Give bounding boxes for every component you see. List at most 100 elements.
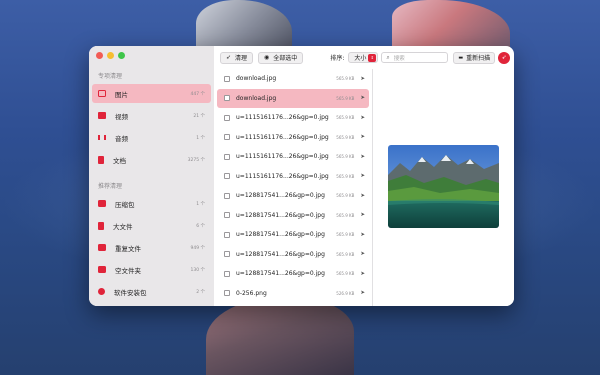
sidebar-item-label: 视频 [115, 112, 128, 121]
sidebar-item-documents[interactable]: 文档 3275 个 [92, 150, 211, 169]
locate-arrow-icon[interactable]: ➤ [360, 95, 365, 101]
file-checkbox[interactable] [224, 75, 230, 82]
file-name: download.jpg [236, 75, 277, 83]
locate-arrow-icon[interactable]: ➤ [360, 251, 365, 257]
locate-arrow-icon[interactable]: ➤ [360, 115, 365, 121]
file-checkbox[interactable] [224, 153, 230, 160]
sidebar-item-images[interactable]: 图片 447 个 [92, 84, 211, 103]
document-icon [98, 155, 104, 164]
sidebar-item-count: 949 个 [190, 245, 205, 251]
duplicate-file-icon [98, 244, 106, 251]
file-name: u=1115161176...26&gp=0.jpg [236, 133, 329, 141]
sidebar-item-label: 图片 [115, 90, 128, 99]
sidebar-item-large-files[interactable]: 大文件 6 个 [92, 216, 211, 235]
file-checkbox[interactable] [224, 251, 230, 258]
file-checkbox[interactable] [224, 212, 230, 219]
window-controls [96, 52, 125, 59]
search-icon: ⌕ [386, 53, 390, 61]
rescan-button-label: 重新扫描 [466, 55, 491, 62]
sidebar-item-archives[interactable]: 压缩包 1 个 [92, 194, 211, 213]
file-checkbox[interactable] [224, 95, 230, 102]
zoom-window-button[interactable] [118, 52, 125, 59]
sidebar-item-videos[interactable]: 视频 21 个 [92, 106, 211, 125]
sidebar-item-label: 文档 [113, 156, 126, 165]
file-size: 565.9 KB [336, 173, 355, 179]
list-item[interactable]: download.jpg 565.9 KB ➤ [217, 69, 369, 89]
search-placeholder: 搜索 [393, 55, 405, 62]
section-title-recommended-clean: 推荐清理 [98, 183, 123, 190]
file-size: 565.9 KB [336, 212, 355, 218]
app-window: 专项清理 图片 447 个 视频 21 个 音频 1 个 文档 3275 个 推… [89, 46, 514, 306]
file-name: u=1115161176...26&gp=0.jpg [236, 114, 329, 122]
file-size: 565.9 KB [336, 95, 355, 101]
list-item[interactable]: u=1115161176...26&gp=0.jpg 565.9 KB ➤ [217, 167, 369, 187]
list-item[interactable]: u=128817541...26&gp=0.jpg 565.9 KB ➤ [217, 264, 369, 284]
file-checkbox[interactable] [224, 270, 230, 277]
sidebar-item-count: 447 个 [190, 91, 205, 97]
file-size: 565.9 KB [336, 154, 355, 160]
locate-arrow-icon[interactable]: ➤ [360, 271, 365, 277]
select-all-button-label: 全部选中 [273, 55, 298, 62]
select-all-button[interactable]: ◉ 全部选中 [258, 51, 304, 64]
locate-arrow-icon[interactable]: ➤ [360, 193, 365, 199]
rescan-button[interactable]: ▬ 重新扫描 [453, 51, 496, 64]
sidebar: 专项清理 图片 447 个 视频 21 个 音频 1 个 文档 3275 个 推… [89, 46, 214, 306]
file-size: 526.9 KB [336, 290, 355, 296]
toolbar: ➶ 清理 ◉ 全部选中 排序: 大小 ⇕ ⌕ 搜索 ▬ 重新扫描 ➶ [214, 46, 514, 69]
list-item[interactable]: download.jpg 565.9 KB ➤ [217, 88, 369, 108]
sidebar-item-label: 重复文件 [115, 244, 141, 253]
file-size: 565.9 KB [336, 251, 355, 257]
file-checkbox[interactable] [224, 173, 230, 180]
file-name: u=1115161176...26&gp=0.jpg [236, 153, 329, 161]
clean-button[interactable]: ➶ 清理 [220, 51, 254, 64]
list-item[interactable]: u=128817541...26&gp=0.jpg 565.9 KB ➤ [217, 225, 369, 245]
preview-image [388, 145, 499, 228]
locate-arrow-icon[interactable]: ➤ [360, 76, 365, 82]
locate-arrow-icon[interactable]: ➤ [360, 134, 365, 140]
file-checkbox[interactable] [224, 114, 230, 121]
list-item[interactable]: 0-256.png 526.9 KB ➤ [217, 284, 369, 304]
sidebar-item-audio[interactable]: 音频 1 个 [92, 128, 211, 147]
rocket-icon: ➶ [226, 54, 232, 61]
sidebar-item-duplicate-files[interactable]: 重复文件 949 个 [92, 238, 211, 257]
list-item[interactable]: u=128817541...26&gp=0.jpg 565.9 KB ➤ [217, 245, 369, 265]
sidebar-item-count: 3275 个 [187, 157, 205, 163]
file-size: 565.9 KB [336, 193, 355, 199]
sidebar-item-empty-folders[interactable]: 空文件夹 130 个 [92, 260, 211, 279]
close-window-button[interactable] [96, 52, 103, 59]
search-input[interactable]: ⌕ 搜索 [381, 52, 449, 63]
locate-arrow-icon[interactable]: ➤ [360, 232, 365, 238]
list-item[interactable]: u=128817541...26&gp=0.jpg 565.9 KB ➤ [217, 206, 369, 226]
app-logo-icon[interactable]: ➶ [498, 51, 511, 64]
list-item[interactable]: u=1115161176...26&gp=0.jpg 565.9 KB ➤ [217, 108, 369, 128]
sort-select[interactable]: 大小 ⇕ [348, 52, 379, 63]
locate-arrow-icon[interactable]: ➤ [360, 154, 365, 160]
file-checkbox[interactable] [224, 192, 230, 199]
locate-arrow-icon[interactable]: ➤ [360, 173, 365, 179]
locate-arrow-icon[interactable]: ➤ [360, 290, 365, 296]
sidebar-item-installer-packages[interactable]: 软件安装包 2 个 [92, 282, 211, 301]
file-checkbox[interactable] [224, 134, 230, 141]
list-item[interactable]: u=1115161176...26&gp=0.jpg 565.9 KB ➤ [217, 128, 369, 148]
locate-arrow-icon[interactable]: ➤ [360, 212, 365, 218]
file-name: u=128817541...26&gp=0.jpg [236, 270, 325, 278]
sidebar-item-count: 1 个 [196, 201, 205, 207]
list-item[interactable]: u=1115161176...26&gp=0.jpg 565.9 KB ➤ [217, 147, 369, 167]
minimize-window-button[interactable] [107, 52, 114, 59]
audio-icon [98, 134, 106, 141]
sidebar-item-count: 130 个 [190, 267, 205, 273]
file-list: download.jpg 565.9 KB ➤ download.jpg 565… [214, 69, 372, 306]
sidebar-item-label: 压缩包 [115, 200, 135, 209]
file-checkbox[interactable] [224, 290, 230, 297]
sidebar-item-count: 21 个 [193, 113, 205, 119]
sidebar-item-count: 1 个 [196, 135, 205, 141]
sidebar-item-count: 2 个 [196, 289, 205, 295]
sidebar-item-label: 大文件 [113, 222, 133, 231]
main-panel: ➶ 清理 ◉ 全部选中 排序: 大小 ⇕ ⌕ 搜索 ▬ 重新扫描 ➶ downl… [214, 46, 514, 306]
sort-select-value: 大小 [354, 55, 367, 62]
image-icon [98, 90, 106, 97]
list-item[interactable]: u=128817541...26&gp=0.jpg 565.9 KB ➤ [217, 186, 369, 206]
file-size: 565.9 KB [336, 115, 355, 121]
wallpaper-rock-bottom [206, 296, 354, 375]
file-checkbox[interactable] [224, 231, 230, 238]
